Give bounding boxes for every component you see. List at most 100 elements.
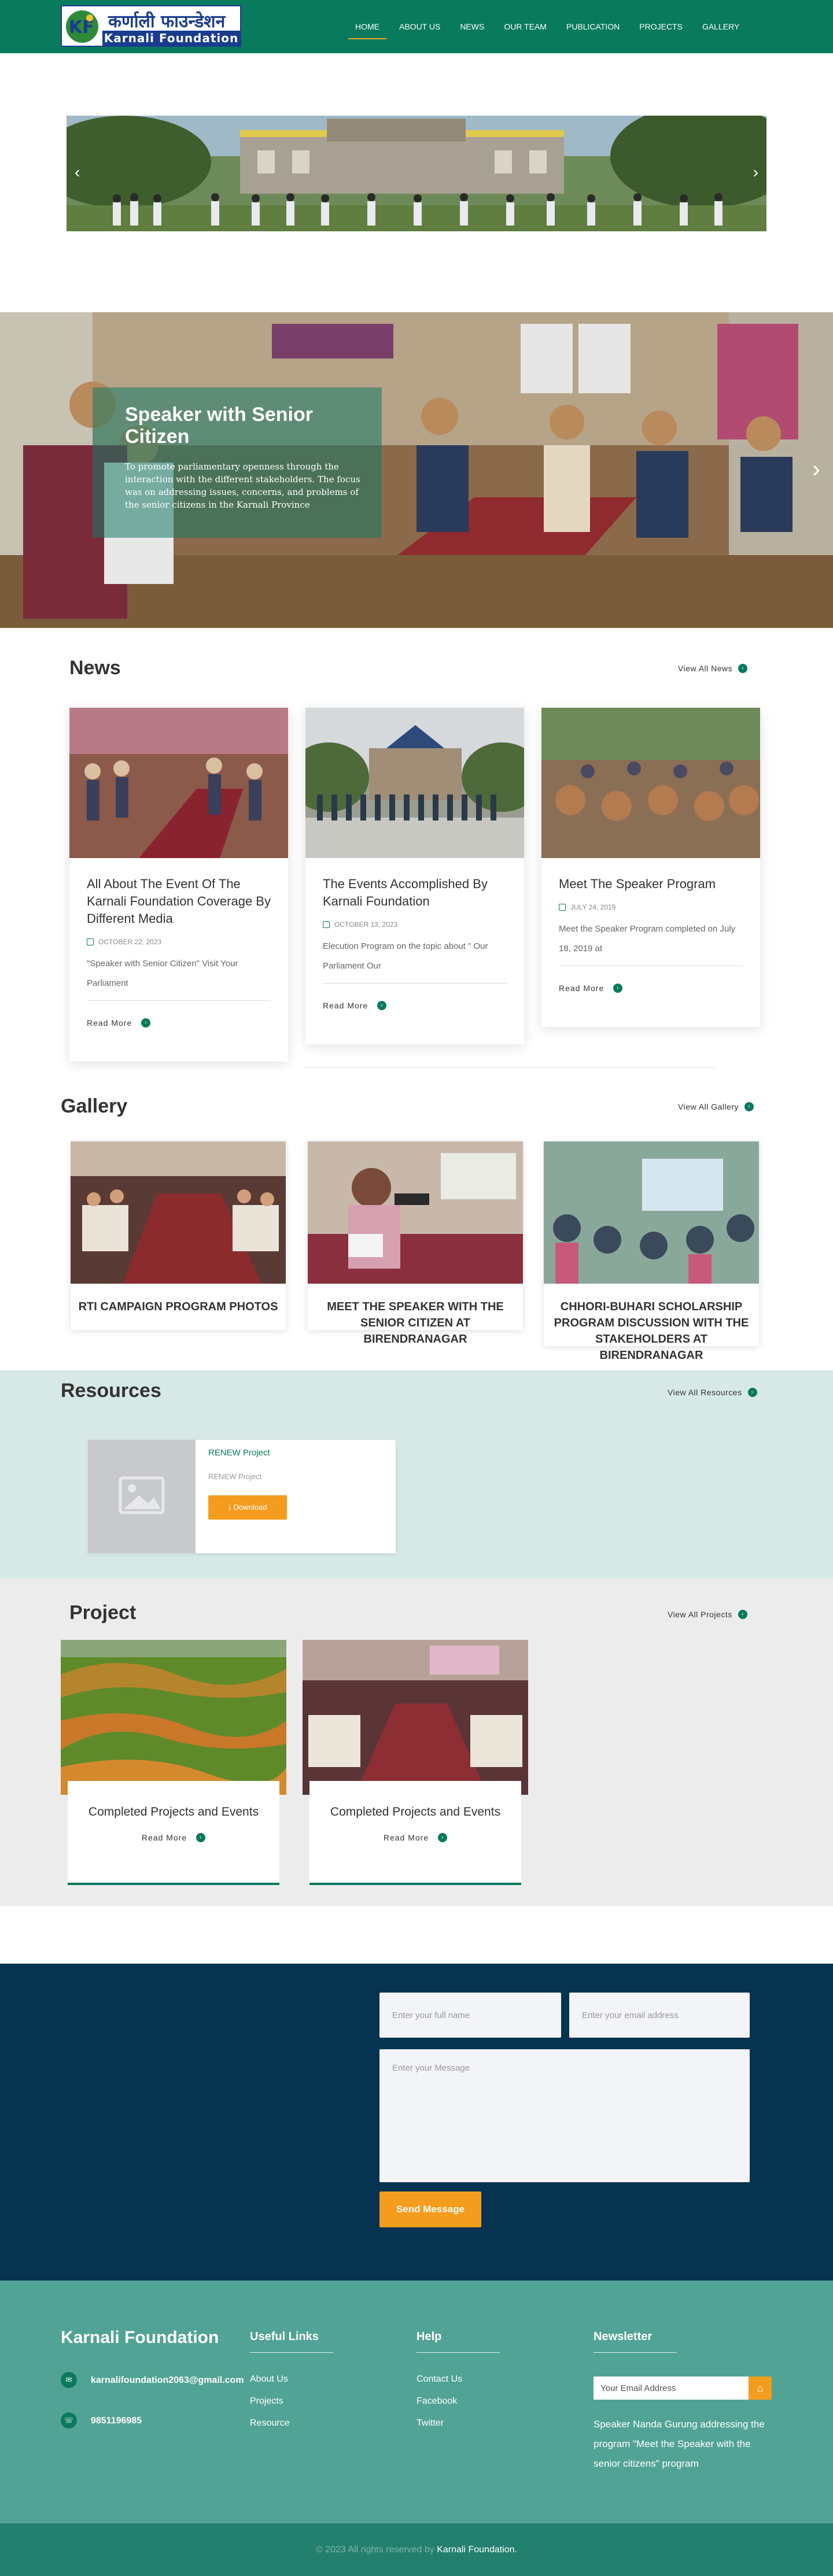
news-title[interactable]: The Events Accomplished By Karnali Found… — [323, 875, 507, 910]
news-image — [541, 708, 760, 858]
gallery-image — [544, 1141, 759, 1284]
resource-card[interactable]: RENEW Project RENEW Project ⤓ Download — [88, 1440, 396, 1553]
news-date-text: JULY 24, 2019 — [570, 903, 616, 911]
newsletter-text: Speaker Nanda Gurung addressing the prog… — [594, 2419, 765, 2469]
arrow-right-icon: › — [196, 1833, 206, 1842]
gallery-card[interactable]: MEET THE SPEAKER WITH THE SENIOR CITIZEN… — [308, 1141, 523, 1346]
download-button[interactable]: ⤓ Download — [208, 1495, 287, 1520]
hero-text: To promote parliamentary openness throug… — [125, 461, 360, 510]
site-footer: Karnali Foundation ✉ karnalifoundation20… — [0, 2281, 833, 2523]
read-more-link[interactable]: Read More › — [559, 984, 743, 993]
news-date: OCTOBER 13, 2023 — [323, 921, 507, 929]
nav-about[interactable]: ABOUT US — [399, 0, 440, 53]
resource-title[interactable]: RENEW Project — [208, 1448, 270, 1458]
copyright-brand-link[interactable]: Karnali Foundation. — [437, 2545, 517, 2555]
main-nav: HOME ABOUT US NEWS OUR TEAM PUBLICATION … — [348, 0, 759, 53]
newsletter-submit-button[interactable]: ⌂ — [749, 2377, 772, 2400]
project-card[interactable]: Completed Projects and Events Read More › — [309, 1781, 521, 1885]
logo-english-text: Karnali Foundation — [102, 31, 240, 46]
project-title: Completed Projects and Events — [88, 1805, 259, 1819]
news-image — [305, 708, 524, 858]
slider-prev-icon[interactable]: ‹ — [75, 164, 80, 180]
news-title[interactable]: All About The Event Of The Karnali Found… — [87, 875, 271, 927]
help-heading: Help — [417, 2330, 501, 2353]
nav-gallery[interactable]: GALLERY — [702, 0, 739, 53]
calendar-icon — [323, 921, 330, 928]
resource-subtitle: RENEW Project — [208, 1472, 262, 1481]
nav-team[interactable]: OUR TEAM — [504, 0, 547, 53]
project-title: Completed Projects and Events — [330, 1805, 501, 1819]
arrow-right-icon: › — [377, 1001, 387, 1010]
read-more-label: Read More — [383, 1833, 429, 1842]
view-all-resources-link[interactable]: View All Resources › — [668, 1388, 757, 1397]
news-excerpt: Meet the Speaker Program completed on Ju… — [559, 919, 743, 966]
view-all-resources-label: View All Resources — [668, 1388, 742, 1397]
news-date: JULY 24, 2019 — [559, 903, 743, 911]
gallery-card[interactable]: RTI CAMPAIGN PROGRAM PHOTOS — [71, 1141, 286, 1330]
send-message-button[interactable]: Send Message — [379, 2191, 481, 2227]
news-divider — [304, 1067, 714, 1068]
resources-section: Resources View All Resources › RENEW Pro… — [0, 1370, 833, 1579]
news-card[interactable]: All About The Event Of The Karnali Found… — [69, 708, 288, 1062]
site-logo[interactable]: KF कर्णाली फाउन्डेशन Karnali Foundation — [61, 5, 241, 47]
contact-section: Send Message — [0, 1964, 833, 2281]
nav-publication[interactable]: PUBLICATION — [566, 0, 620, 53]
news-title[interactable]: Meet The Speaker Program — [559, 875, 743, 893]
hero-slider: Speaker with Senior Citizen To promote p… — [0, 312, 833, 628]
news-date-text: OCTOBER 13, 2023 — [334, 921, 398, 929]
view-all-projects-link[interactable]: View All Projects › — [668, 1610, 747, 1619]
project-card[interactable]: Completed Projects and Events Read More › — [68, 1781, 279, 1885]
nav-projects[interactable]: PROJECTS — [639, 0, 683, 53]
footer-phone[interactable]: ☏ 9851196985 — [61, 2412, 142, 2429]
logo-emblem-icon: KF — [66, 10, 98, 43]
copyright-text: © 2023 All rights reserved by — [316, 2545, 434, 2555]
project-image — [303, 1640, 528, 1795]
view-all-gallery-label: View All Gallery — [678, 1102, 739, 1111]
useful-links-heading: Useful Links — [250, 2330, 333, 2353]
news-excerpt: Elecution Program on the topic about " O… — [323, 937, 507, 984]
full-name-input[interactable] — [379, 1993, 561, 2038]
hero-next-icon[interactable]: › — [812, 457, 820, 481]
news-card[interactable]: Meet The Speaker Program JULY 24, 2019 M… — [541, 708, 760, 1027]
nav-news[interactable]: NEWS — [460, 0, 484, 53]
hero-title: Speaker with Senior Citizen — [125, 404, 313, 448]
resources-section-title: Resources — [61, 1380, 161, 1402]
arrow-right-icon: › — [438, 1833, 448, 1842]
arrow-right-icon: › — [738, 664, 748, 673]
read-more-link[interactable]: Read More › — [141, 1833, 206, 1842]
news-date: OCTOBER 22, 2023 — [87, 938, 271, 946]
gallery-image — [71, 1141, 286, 1284]
read-more-link[interactable]: Read More › — [87, 1018, 271, 1028]
read-more-link[interactable]: Read More › — [323, 1001, 507, 1010]
email-input[interactable] — [569, 1993, 750, 2038]
read-more-label: Read More — [323, 1001, 368, 1010]
download-icon: ⤓ — [228, 1503, 234, 1511]
footer-email[interactable]: ✉ karnalifoundation2063@gmail.com — [61, 2372, 246, 2388]
newsletter-heading: Newsletter — [594, 2330, 677, 2353]
read-more-label: Read More — [141, 1833, 187, 1842]
read-more-link[interactable]: Read More › — [383, 1833, 448, 1842]
gallery-caption: RTI CAMPAIGN PROGRAM PHOTOS — [78, 1300, 278, 1313]
footer-link-about[interactable]: About Us — [250, 2374, 288, 2385]
footer-link-twitter[interactable]: Twitter — [417, 2418, 444, 2429]
arrow-right-icon: › — [747, 1388, 757, 1397]
message-textarea[interactable] — [379, 2049, 750, 2182]
footer-link-facebook[interactable]: Facebook — [417, 2396, 457, 2407]
footer-link-projects[interactable]: Projects — [250, 2396, 283, 2407]
nav-home[interactable]: HOME — [348, 0, 386, 53]
banner-slider: ‹ › — [67, 116, 766, 231]
newsletter-email-input[interactable] — [594, 2377, 749, 2400]
view-all-projects-label: View All Projects — [668, 1610, 732, 1619]
footer-link-resource[interactable]: Resource — [250, 2418, 289, 2429]
slider-next-icon[interactable]: › — [753, 164, 758, 180]
footer-link-contact[interactable]: Contact Us — [417, 2374, 462, 2385]
news-image — [69, 708, 288, 858]
gallery-card[interactable]: CHHORI-BUHARI SCHOLARSHIP PROGRAM DISCUS… — [544, 1141, 759, 1362]
news-section-title: News — [69, 657, 121, 679]
calendar-icon — [87, 938, 94, 945]
news-card[interactable]: The Events Accomplished By Karnali Found… — [305, 708, 524, 1044]
footer-phone-text: 9851196985 — [91, 2416, 142, 2426]
news-excerpt: "Speaker with Senior Citizen" Visit Your… — [87, 954, 271, 1001]
view-all-gallery-link[interactable]: View All Gallery › — [678, 1102, 754, 1111]
view-all-news-link[interactable]: View All News › — [678, 664, 748, 673]
